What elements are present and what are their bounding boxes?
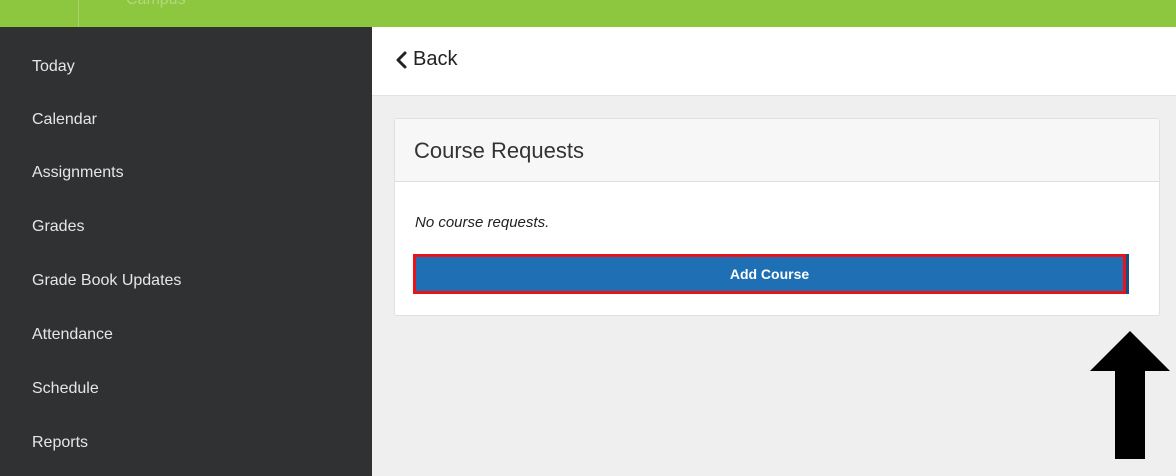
sidebar-item-assignments[interactable]: Assignments	[0, 153, 372, 193]
sidebar-item-grades[interactable]: Grades	[0, 207, 372, 247]
back-label: Back	[413, 48, 458, 70]
chevron-left-icon	[395, 51, 407, 69]
sidebar-item-grade-book-updates[interactable]: Grade Book Updates	[0, 261, 372, 301]
sidebar-item-label: Attendance	[32, 326, 113, 343]
sidebar-item-label: Assignments	[32, 164, 124, 181]
back-bar: Back	[372, 27, 1176, 96]
sidebar-item-label: Calendar	[32, 111, 97, 128]
main-content: Back Course Requests No course requests.…	[372, 27, 1176, 476]
empty-message: No course requests.	[415, 214, 550, 231]
sidebar-item-label: Grades	[32, 218, 85, 235]
sidebar-item-calendar[interactable]: Calendar	[0, 100, 372, 140]
sidebar-item-today[interactable]: Today	[0, 47, 372, 87]
add-course-button[interactable]: Add Course	[413, 254, 1126, 294]
back-link[interactable]: Back	[395, 48, 457, 71]
sidebar-item-reports[interactable]: Reports	[0, 423, 372, 463]
sidebar-item-label: Reports	[32, 434, 89, 451]
up-arrow-icon	[1090, 331, 1170, 466]
sidebar-item-label: Today	[32, 58, 75, 75]
sidebar-item-label: Grade Book Updates	[32, 272, 182, 289]
sidebar-item-schedule[interactable]: Schedule	[0, 369, 372, 409]
sidebar: Today Calendar Assignments Grades Grade …	[0, 27, 372, 476]
top-bar: Campus	[0, 0, 1176, 27]
app-name: Campus	[126, 0, 186, 9]
card-header: Course Requests	[395, 119, 1159, 182]
sidebar-item-attendance[interactable]: Attendance	[0, 315, 372, 355]
course-requests-card: Course Requests No course requests. Add …	[394, 118, 1160, 316]
sidebar-item-label: Schedule	[32, 380, 99, 397]
topbar-divider	[78, 0, 79, 27]
card-title: Course Requests	[414, 138, 584, 163]
add-course-button-label: Add Course	[729, 266, 810, 282]
